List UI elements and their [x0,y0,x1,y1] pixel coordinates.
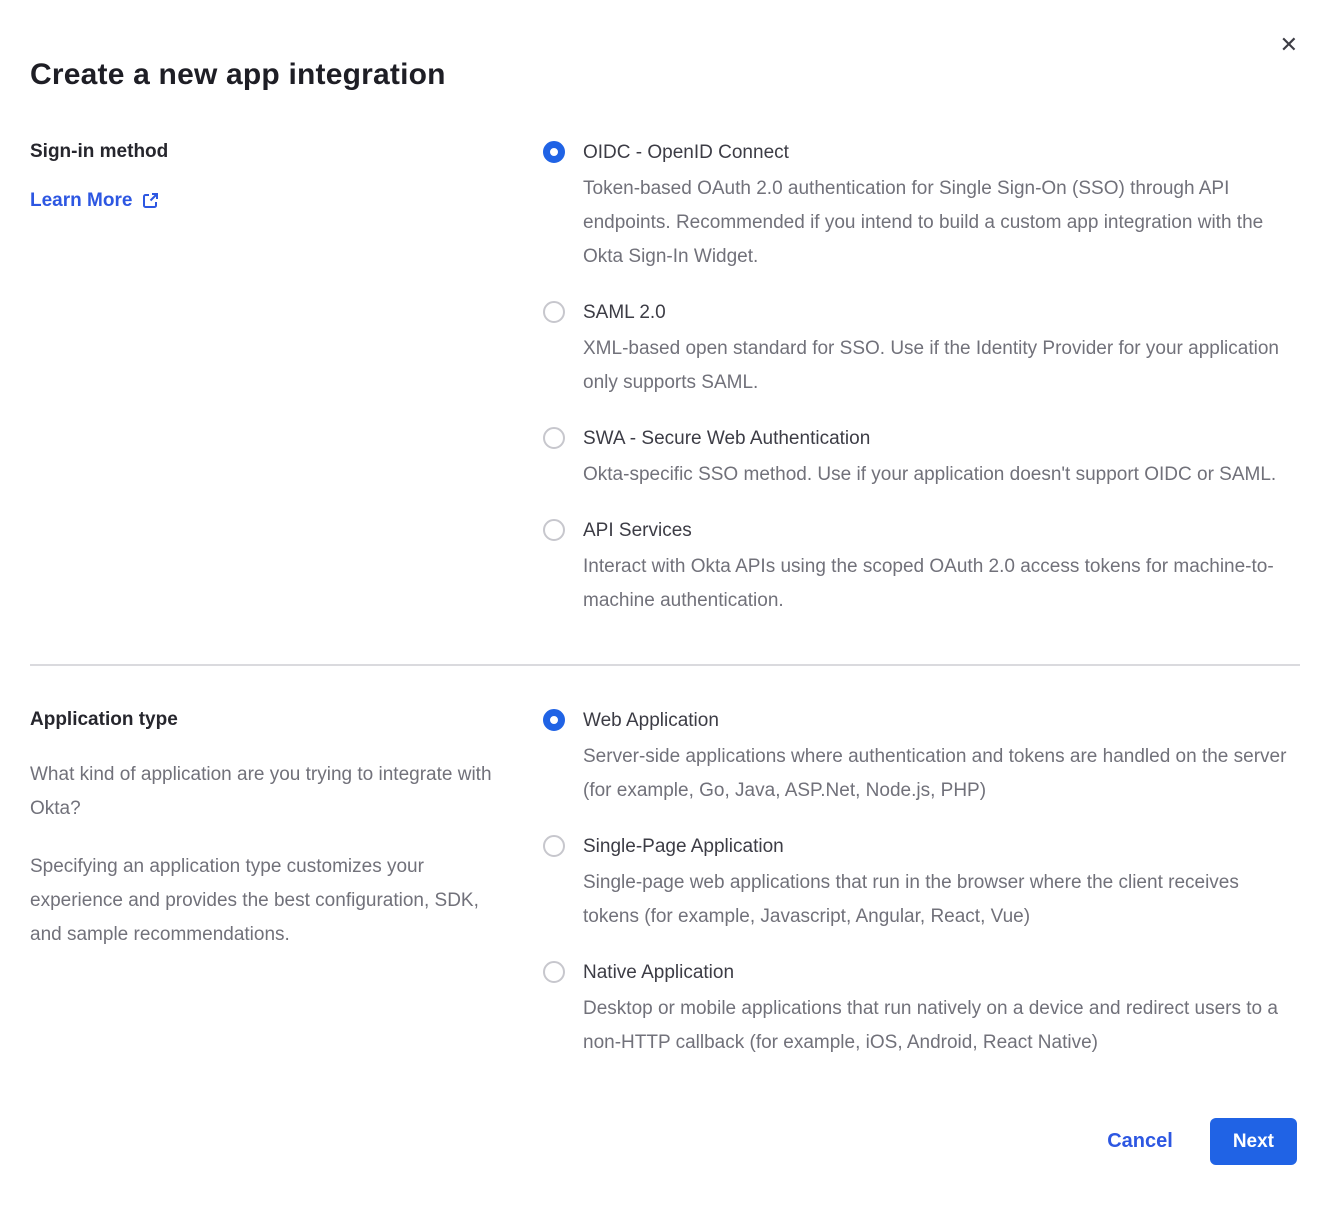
option-texts: OIDC - OpenID Connect Token-based OAuth … [583,140,1300,274]
option-texts: API Services Interact with Okta APIs usi… [583,518,1300,618]
application-type-question: What kind of application are you trying … [30,758,503,826]
radio-option-oidc[interactable]: OIDC - OpenID Connect Token-based OAuth … [543,140,1300,274]
option-label: OIDC - OpenID Connect [583,140,1300,166]
external-link-icon [141,191,160,210]
radio-icon[interactable] [543,427,565,449]
radio-icon[interactable] [543,519,565,541]
application-type-section: Application type What kind of applicatio… [30,708,1300,1060]
option-label: SAML 2.0 [583,300,1300,326]
option-label: Native Application [583,960,1300,986]
radio-icon[interactable] [543,961,565,983]
signin-method-label: Sign-in method [30,140,503,164]
option-texts: SAML 2.0 XML-based open standard for SSO… [583,300,1300,400]
application-type-left-column: Application type What kind of applicatio… [30,708,543,952]
section-divider [30,664,1300,666]
radio-option-saml[interactable]: SAML 2.0 XML-based open standard for SSO… [543,300,1300,400]
cancel-button[interactable]: Cancel [1107,1130,1173,1153]
radio-option-api-services[interactable]: API Services Interact with Okta APIs usi… [543,518,1300,618]
option-description: Desktop or mobile applications that run … [583,992,1300,1060]
radio-icon[interactable] [543,835,565,857]
option-description: Interact with Okta APIs using the scoped… [583,550,1300,618]
option-label: SWA - Secure Web Authentication [583,426,1276,452]
option-texts: Native Application Desktop or mobile app… [583,960,1300,1060]
application-type-label: Application type [30,708,503,732]
option-texts: SWA - Secure Web Authentication Okta-spe… [583,426,1276,492]
option-description: Okta-specific SSO method. Use if your ap… [583,458,1276,492]
create-app-integration-dialog: ✕ Create a new app integration Sign-in m… [0,0,1332,1210]
radio-option-single-page-application[interactable]: Single-Page Application Single-page web … [543,834,1300,934]
option-label: Single-Page Application [583,834,1300,860]
option-texts: Web Application Server-side applications… [583,708,1300,808]
signin-method-left-column: Sign-in method Learn More [30,140,543,212]
learn-more-label: Learn More [30,190,132,212]
option-label: API Services [583,518,1300,544]
application-type-options: Web Application Server-side applications… [543,708,1300,1060]
learn-more-link[interactable]: Learn More [30,190,160,212]
signin-method-section: Sign-in method Learn More OIDC - OpenID … [30,140,1300,618]
radio-icon[interactable] [543,301,565,323]
radio-icon[interactable] [543,709,565,731]
radio-option-swa[interactable]: SWA - Secure Web Authentication Okta-spe… [543,426,1300,492]
signin-method-options: OIDC - OpenID Connect Token-based OAuth … [543,140,1300,618]
next-button[interactable]: Next [1210,1118,1297,1165]
option-description: XML-based open standard for SSO. Use if … [583,332,1300,400]
radio-option-native-application[interactable]: Native Application Desktop or mobile app… [543,960,1300,1060]
radio-option-web-application[interactable]: Web Application Server-side applications… [543,708,1300,808]
dialog-footer: Cancel Next [30,1118,1300,1165]
application-type-help-text: Specifying an application type customize… [30,850,503,952]
page-title: Create a new app integration [30,58,1300,92]
option-label: Web Application [583,708,1300,734]
option-texts: Single-Page Application Single-page web … [583,834,1300,934]
close-icon[interactable]: ✕ [1280,34,1298,56]
option-description: Server-side applications where authentic… [583,740,1300,808]
option-description: Single-page web applications that run in… [583,866,1300,934]
radio-icon[interactable] [543,141,565,163]
option-description: Token-based OAuth 2.0 authentication for… [583,172,1300,274]
